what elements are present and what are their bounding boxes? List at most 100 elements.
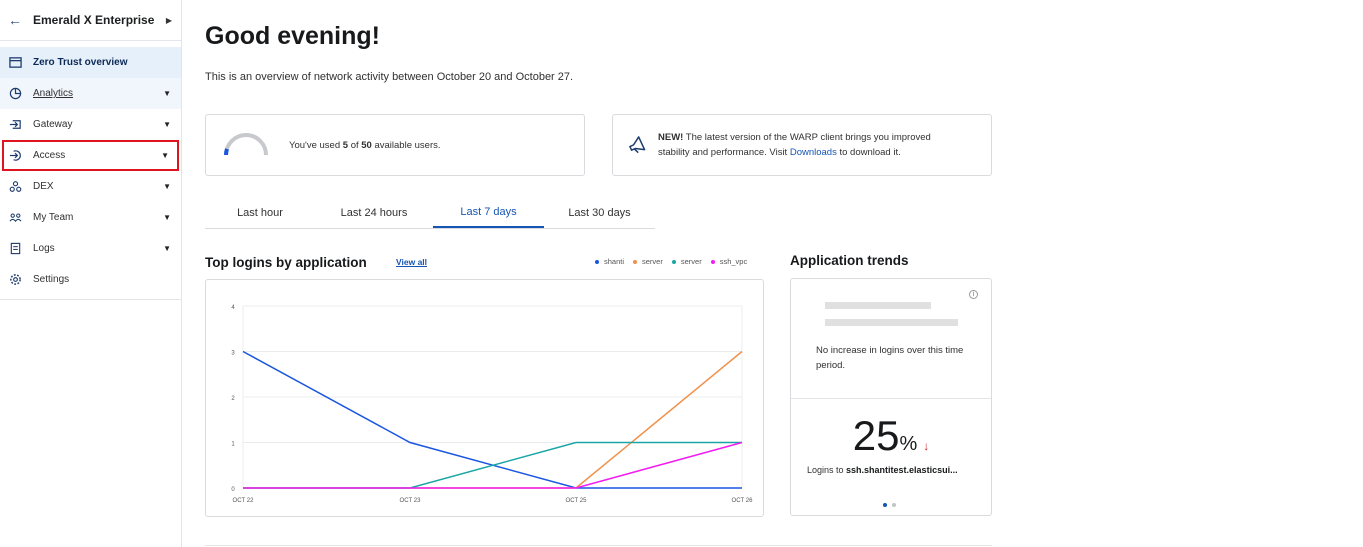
sidebar-item-label: Logs — [33, 243, 55, 254]
news-text-3: to download it. — [836, 147, 901, 158]
access-icon — [8, 149, 22, 163]
legend-item[interactable]: server — [633, 257, 663, 266]
trend-label: Logins to ssh.shantitest.elasticsui... — [807, 465, 958, 475]
user-usage-card: You've used 5 of 50 available users. — [205, 114, 585, 176]
account-switcher[interactable]: ← Emerald X Enterprise ▶ — [0, 0, 181, 41]
logins-line-chart: 0 1 2 3 4 OCT 22 OCT 23 OCT 25 OCT 26 — [231, 305, 754, 504]
info-icon[interactable]: i — [969, 290, 978, 299]
page-title: Good evening! — [205, 22, 380, 50]
legend-item[interactable]: shanti — [595, 257, 624, 266]
carousel-dot[interactable] — [883, 503, 887, 507]
y-tick-label: 4 — [231, 305, 235, 311]
pie-chart-icon — [8, 87, 22, 101]
sidebar-item-logs[interactable]: Logs ▼ — [0, 233, 181, 264]
logins-chart-card: 0 1 2 3 4 OCT 22 OCT 23 OCT 25 OCT 26 — [205, 279, 764, 517]
usage-prefix: You've used — [289, 139, 343, 151]
dex-icon — [8, 180, 22, 194]
legend-item[interactable]: ssh_vpc — [710, 257, 748, 266]
trend-stat: 25% ↓ — [791, 412, 991, 460]
sidebar-item-gateway[interactable]: Gateway ▼ — [0, 109, 181, 140]
y-tick-label: 2 — [231, 396, 235, 402]
chart-legend: shanti server server ssh_vpc — [595, 257, 756, 266]
warp-news-card: NEW! The latest version of the WARP clie… — [612, 114, 992, 176]
chevron-down-icon[interactable]: ▼ — [163, 89, 171, 98]
chevron-down-icon[interactable]: ▼ — [163, 213, 171, 222]
account-name: Emerald X Enterprise — [33, 13, 155, 27]
sidebar-nav: Zero Trust overview Analytics ▼ Gateway … — [0, 47, 181, 295]
carousel-dot[interactable] — [892, 503, 896, 507]
downloads-link[interactable]: Downloads — [790, 147, 837, 158]
trend-percent-sign: % — [899, 433, 918, 455]
logs-icon — [8, 242, 22, 256]
usage-gauge — [224, 133, 268, 156]
sidebar-item-label: My Team — [33, 212, 74, 223]
tab-last-hour[interactable]: Last hour — [205, 198, 315, 228]
divider — [791, 398, 991, 399]
legend-dot — [671, 259, 676, 264]
tab-last-24-hours[interactable]: Last 24 hours — [315, 198, 433, 228]
dashboard-icon — [8, 56, 22, 70]
series-line — [243, 441, 742, 489]
sidebar-item-access[interactable]: Access ▼ — [2, 140, 179, 171]
trend-percent: 25 — [852, 412, 900, 459]
legend-label: server — [680, 257, 702, 266]
sidebar-item-label: Gateway — [33, 119, 73, 130]
series-line — [243, 350, 743, 489]
usage-middle: of — [348, 139, 362, 151]
legend-label: ssh_vpc — [719, 257, 748, 266]
tab-last-7-days[interactable]: Last 7 days — [433, 198, 544, 228]
application-trends-card: i No increase in logins over this time p… — [790, 278, 992, 516]
gear-icon — [8, 273, 22, 287]
chevron-down-icon[interactable]: ▼ — [163, 244, 171, 253]
legend-item[interactable]: server — [671, 257, 702, 266]
usage-text: You've used 5 of 50 available users. — [289, 140, 441, 151]
news-text-1: The latest version of the WARP client br… — [683, 132, 931, 143]
usage-suffix: available users. — [371, 139, 441, 151]
time-range-tabs: Last hour Last 24 hours Last 7 days Last… — [205, 198, 655, 229]
megaphone-icon — [629, 136, 646, 154]
legend-dot — [710, 259, 715, 264]
tab-last-30-days[interactable]: Last 30 days — [544, 198, 655, 228]
usage-total: 50 — [361, 139, 372, 151]
team-icon — [8, 211, 22, 225]
caret-right-icon: ▶ — [165, 15, 172, 25]
trends-message: No increase in logins over this time per… — [816, 345, 964, 371]
series-line — [242, 350, 742, 489]
sidebar: ← Emerald X Enterprise ▶ Zero Trust over… — [0, 0, 182, 547]
sidebar-item-label: Access — [33, 150, 66, 161]
sidebar-item-label: Zero Trust overview — [33, 57, 128, 68]
x-tick-label: OCT 23 — [400, 498, 422, 504]
chevron-down-icon[interactable]: ▼ — [161, 151, 169, 160]
y-tick-label: 3 — [231, 351, 235, 357]
legend-label: server — [642, 257, 663, 266]
trends-title: Application trends — [790, 253, 909, 268]
x-tick-label: OCT 25 — [566, 498, 588, 504]
y-tick-label: 0 — [231, 487, 235, 493]
sidebar-item-label: Analytics — [33, 88, 74, 99]
chevron-down-icon[interactable]: ▼ — [163, 120, 171, 129]
x-tick-label: OCT 22 — [233, 498, 255, 504]
sidebar-item-analytics[interactable]: Analytics ▼ — [0, 78, 181, 109]
page-subtitle: This is an overview of network activity … — [205, 71, 574, 83]
sidebar-item-my-team[interactable]: My Team ▼ — [0, 202, 181, 233]
view-all-link[interactable]: View all — [396, 257, 427, 267]
news-text-2: stability and performance. Visit — [658, 147, 790, 158]
sidebar-item-label: DEX — [33, 181, 54, 192]
sidebar-item-zero-trust-overview[interactable]: Zero Trust overview — [0, 47, 181, 78]
sidebar-item-dex[interactable]: DEX ▼ — [0, 171, 181, 202]
skeleton-bar — [825, 319, 958, 326]
trend-label-app: ssh.shantitest.elasticsui... — [846, 465, 958, 475]
news-badge: NEW! — [658, 132, 684, 143]
carousel-dots — [883, 503, 901, 507]
news-text: NEW! The latest version of the WARP clie… — [658, 130, 931, 160]
section-divider — [205, 545, 992, 546]
legend-dot — [595, 259, 599, 264]
logins-title: Top logins by application — [205, 255, 367, 270]
legend-dot — [633, 259, 638, 264]
sidebar-item-settings[interactable]: Settings — [0, 264, 181, 295]
x-tick-label: OCT 26 — [732, 498, 754, 504]
sidebar-divider — [0, 299, 181, 300]
chevron-down-icon[interactable]: ▼ — [163, 182, 171, 191]
back-arrow-icon[interactable]: ← — [8, 12, 26, 28]
trend-label-prefix: Logins to — [807, 465, 847, 475]
